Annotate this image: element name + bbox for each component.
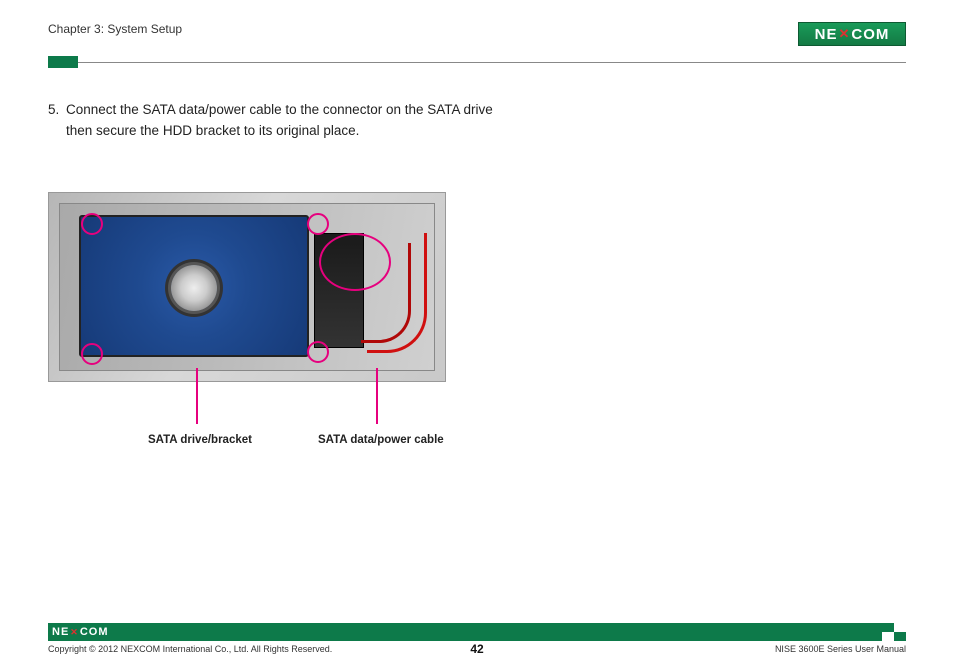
header-rule xyxy=(48,56,906,68)
footer-ornament-icon xyxy=(882,623,906,641)
manual-title: NISE 3600E Series User Manual xyxy=(775,644,906,654)
page-number: 42 xyxy=(470,642,483,656)
hdd-drive xyxy=(79,215,309,357)
step-text: Connect the SATA data/power cable to the… xyxy=(66,100,506,142)
screw-annotation-icon xyxy=(81,213,103,235)
screw-annotation-icon xyxy=(307,341,329,363)
label-sata-data-power-cable: SATA data/power cable xyxy=(318,434,444,446)
installation-photo xyxy=(48,192,446,382)
chapter-title: Chapter 3: System Setup xyxy=(48,22,182,36)
step-number: 5. xyxy=(48,100,66,142)
label-sata-drive-bracket: SATA drive/bracket xyxy=(148,434,252,446)
screw-annotation-icon xyxy=(307,213,329,235)
screw-annotation-icon xyxy=(81,343,103,365)
footer-bar: NE✕COM xyxy=(48,623,906,641)
copyright-text: Copyright © 2012 NEXCOM International Co… xyxy=(48,644,332,654)
cable-annotation-icon xyxy=(319,233,391,291)
brand-logo-header: NE✕COM xyxy=(798,22,906,46)
brand-logo-footer: NE✕COM xyxy=(52,626,109,638)
annotation-leaders xyxy=(48,382,446,434)
instruction-step: 5. Connect the SATA data/power cable to … xyxy=(48,100,906,142)
